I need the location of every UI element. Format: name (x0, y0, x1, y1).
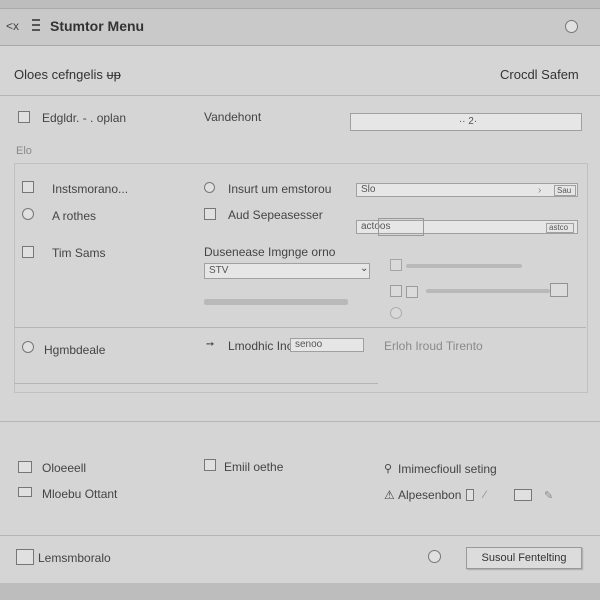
bottom-right-item-1[interactable]: Imimecfioull seting (398, 462, 497, 476)
slider-track-2[interactable] (426, 289, 550, 293)
radio-icon[interactable] (204, 182, 215, 193)
refresh-icon[interactable] (22, 208, 34, 220)
faded-toggle-icon[interactable] (390, 259, 402, 271)
faded-circle-icon (390, 307, 402, 319)
panel-divider (14, 327, 586, 328)
left-item-2[interactable]: A rothes (52, 209, 96, 223)
menu-icon[interactable] (204, 459, 216, 471)
lower-middle-label: Lmodhic Inc (228, 339, 293, 353)
options-icon[interactable] (18, 111, 30, 123)
slider-track-1[interactable] (406, 264, 522, 268)
page-right-label[interactable]: Crocdl Safem (500, 67, 579, 82)
warning-icon[interactable]: ⚠ (384, 488, 395, 502)
footer-divider (0, 535, 600, 536)
bottom-left-item-2[interactable]: Mloebu Ottant (42, 487, 117, 501)
slider-end-icon[interactable] (550, 283, 568, 297)
slider-handle[interactable] (406, 286, 418, 298)
bottom-mid-item-1[interactable]: Emiil oethe (224, 460, 283, 474)
left-item-3[interactable]: Tim Sams (52, 246, 106, 260)
list-icon[interactable] (18, 487, 32, 497)
lower-divider (14, 383, 378, 384)
progress-bar (204, 299, 348, 305)
middle-item-3: Dusenease Imgnge orno (204, 245, 336, 259)
help-icon[interactable] (565, 20, 578, 33)
right-field-1-badge: Sau (554, 185, 576, 196)
right-field-1[interactable]: Slo (356, 183, 578, 197)
middle-item-2[interactable]: Aud Sepeasesser (228, 208, 323, 222)
audio-icon[interactable] (204, 208, 216, 220)
app-icon[interactable] (16, 549, 34, 565)
bottom-right-item-2[interactable]: Alpesenbon (398, 488, 461, 502)
section-divider (0, 421, 600, 422)
option-center-label: Vandehont (204, 110, 262, 124)
window-title: Stumtor Menu (50, 18, 145, 34)
search-icon[interactable]: ⚲ (384, 462, 392, 475)
settings-window: <x Stumtor Menu Oloes cefngelis ᵾᵽ Crocd… (0, 8, 600, 583)
image-icon[interactable] (514, 489, 532, 501)
option-field[interactable]: ·· 2· (350, 113, 582, 131)
footer-label: Lemsmboralo (38, 551, 111, 565)
back-icon[interactable]: <x (6, 19, 19, 33)
option-label: Edgldr. - . oplan (42, 111, 127, 125)
footer-action-button[interactable]: Susoul Fentelting (466, 547, 582, 569)
middle-item-1[interactable]: Insurt um emstorou (228, 182, 331, 196)
checkbox-icon[interactable] (22, 246, 34, 258)
hamburger-icon[interactable] (32, 19, 40, 31)
instrument-icon[interactable] (22, 181, 34, 193)
header-divider (0, 95, 600, 96)
section-label: Elo (16, 145, 32, 157)
file-icon[interactable] (466, 489, 474, 501)
slider-icon[interactable] (390, 285, 402, 297)
tag-icon[interactable] (22, 341, 34, 353)
dropdown-select[interactable]: STV (204, 263, 370, 279)
edit-icon[interactable]: ✎ (544, 489, 553, 502)
chevron-down-icon[interactable]: ⌄ (360, 263, 368, 274)
lower-left-label[interactable]: Hgmbdeale (44, 343, 105, 357)
chevron-right-icon[interactable]: › (538, 185, 541, 196)
bottom-left-item-1[interactable]: Oloeeell (42, 461, 86, 475)
title-bar: <x Stumtor Menu (0, 9, 600, 46)
right-field-2-badge: astco (546, 223, 574, 233)
lower-right-label[interactable]: Erloh Iroud Tirento (384, 339, 483, 353)
slash-icon[interactable]: ⁄ (484, 489, 486, 501)
arrow-right-icon[interactable]: ➙ (206, 339, 214, 350)
lower-middle-field[interactable]: senoo (290, 338, 364, 352)
page-subtitle: Oloes cefngelis ᵾᵽ (14, 67, 121, 82)
window-icon[interactable] (18, 461, 32, 473)
left-item-1[interactable]: Instsmorano... (52, 182, 128, 196)
settings-gear-icon[interactable] (428, 550, 441, 563)
right-field-2-highlight (378, 218, 424, 236)
